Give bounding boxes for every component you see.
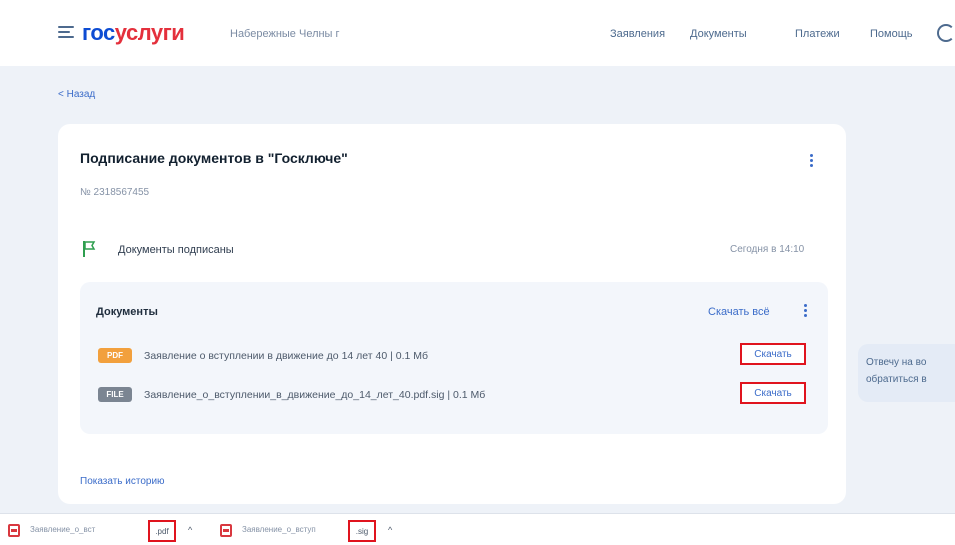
document-name[interactable]: Заявление_о_вступлении_в_движение_до_14_… [144, 389, 485, 401]
download-button[interactable]: Скачать [740, 382, 806, 404]
download-file-name: Заявление_о_вст [30, 525, 96, 534]
flag-icon [83, 241, 96, 257]
chevron-up-icon[interactable]: ^ [388, 525, 392, 535]
chevron-up-icon[interactable]: ^ [188, 525, 192, 535]
download-file-name: Заявление_о_вступ [242, 525, 316, 534]
nav-documents[interactable]: Документы [690, 28, 747, 40]
pdf-file-icon [8, 524, 20, 537]
card-title: Подписание документов в "Госключе" [80, 150, 348, 166]
pdf-badge: PDF [98, 348, 132, 363]
download-file-extension: .pdf [148, 520, 176, 542]
documents-section: Документы Скачать всё PDF Заявление о вс… [80, 282, 828, 434]
logo-part-uslugi: услуги [114, 20, 185, 45]
file-icon [220, 524, 232, 537]
download-file-extension: .sig [348, 520, 376, 542]
nav-help[interactable]: Помощь [870, 28, 913, 40]
profile-icon[interactable] [937, 24, 955, 42]
browser-downloads-bar: Заявление_о_вст .pdf ^ Заявление_о_вступ… [0, 513, 955, 545]
gosuslugi-logo[interactable]: госуслуги [82, 20, 185, 45]
file-badge: FILE [98, 387, 132, 402]
application-number: № 2318567455 [80, 187, 150, 198]
menu-icon[interactable] [58, 26, 74, 39]
application-card: Подписание документов в "Госключе" № 231… [58, 124, 846, 504]
documents-more-icon[interactable] [804, 304, 808, 320]
status-time: Сегодня в 14:10 [730, 244, 805, 255]
show-history-link[interactable]: Показать историю [80, 476, 165, 487]
document-name[interactable]: Заявление о вступлении в движение до 14 … [144, 350, 428, 362]
nav-applications[interactable]: Заявления [610, 28, 665, 40]
more-options-icon[interactable] [810, 154, 814, 170]
document-row: FILE Заявление_о_вступлении_в_движение_д… [98, 382, 818, 405]
back-link[interactable]: < Назад [58, 89, 95, 100]
download-all-button[interactable]: Скачать всё [708, 306, 770, 318]
tip-line-1: Отвечу на во [866, 357, 927, 368]
assistant-tip[interactable]: Отвечу на во обратиться в [858, 344, 955, 402]
documents-title: Документы [96, 306, 158, 318]
nav-payments[interactable]: Платежи [795, 28, 840, 40]
download-button[interactable]: Скачать [740, 343, 806, 365]
top-header: госуслуги Набережные Челны г Заявления Д… [0, 0, 955, 66]
logo-part-gos: гос [82, 20, 115, 45]
tip-line-2: обратиться в [866, 374, 927, 385]
status-text: Документы подписаны [118, 244, 234, 256]
document-row: PDF Заявление о вступлении в движение до… [98, 343, 818, 366]
city-selector[interactable]: Набережные Челны г [230, 28, 340, 40]
